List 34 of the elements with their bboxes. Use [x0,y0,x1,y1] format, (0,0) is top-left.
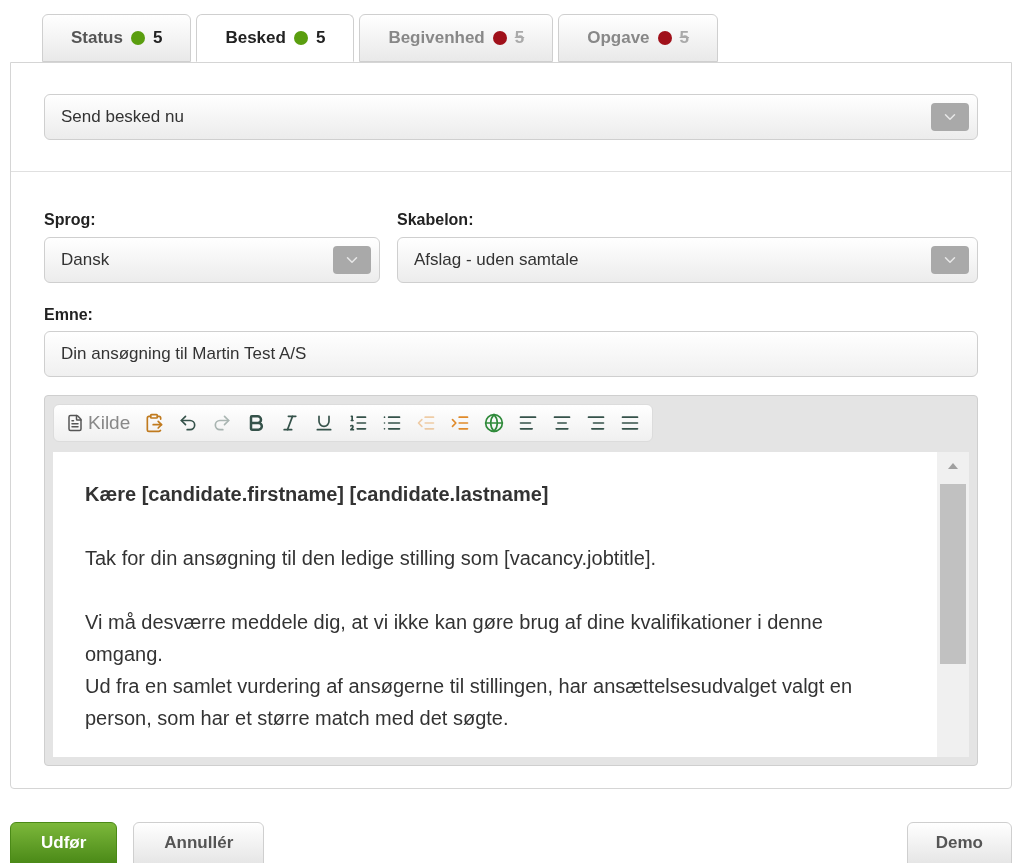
tab-count: 5 [679,27,690,50]
tab[interactable]: Besked 5 [196,14,355,62]
field-label: Emne: [44,305,94,325]
subject-field[interactable]: Din ansøgning til Martin Test A/S [44,331,978,377]
tab-count: 5 [514,27,525,50]
body-text: Ud fra en samlet vurdering af ansøgerne til stillingen, har ansættelsesudvalget valgt en person, som har et større match med det søgte. [85,674,854,731]
numbered-list-icon[interactable] [348,413,369,433]
template-select[interactable]: Afslag - uden samtale [397,237,978,283]
field-label: Skabelon: [397,210,475,230]
tab-label: Status [71,27,123,50]
field-label: Sprog: [44,210,97,230]
tab-count: 5 [152,27,163,50]
tab-label: Opgave [587,27,650,50]
document-icon [66,414,84,432]
demo-button[interactable]: Demo [906,822,1012,863]
align-left-icon[interactable] [518,413,539,433]
body-text: Tak for din ansøgning til den ledige stilling som [vacancy.jobtitle]. [85,546,658,571]
bulleted-list-icon[interactable] [382,413,403,433]
tab[interactable]: Status 5 [42,14,192,62]
cancel-button[interactable]: Annullér [133,822,265,863]
globe-icon[interactable] [484,413,505,433]
tab-label: Besked [225,27,286,50]
clipboard-icon[interactable] [144,413,165,433]
action-select[interactable]: Send besked nu [44,94,978,140]
scrollbar-thumb[interactable] [940,484,966,664]
align-center-icon[interactable] [552,413,573,433]
align-right-icon[interactable] [586,413,607,433]
body-text: Kære [candidate.firstname] [candidate.lastname] [85,482,550,507]
tab-count: 5 [315,27,326,50]
body-text: Vi må desværre meddele dig, at vi ikke kan gøre brug af dine kvalifikationer i denne omgang. [85,610,824,667]
tab-label: Begivenhed [388,27,485,50]
justify-icon[interactable] [620,413,641,433]
indent-icon[interactable] [450,413,471,433]
language-select[interactable]: Dansk [44,237,380,283]
